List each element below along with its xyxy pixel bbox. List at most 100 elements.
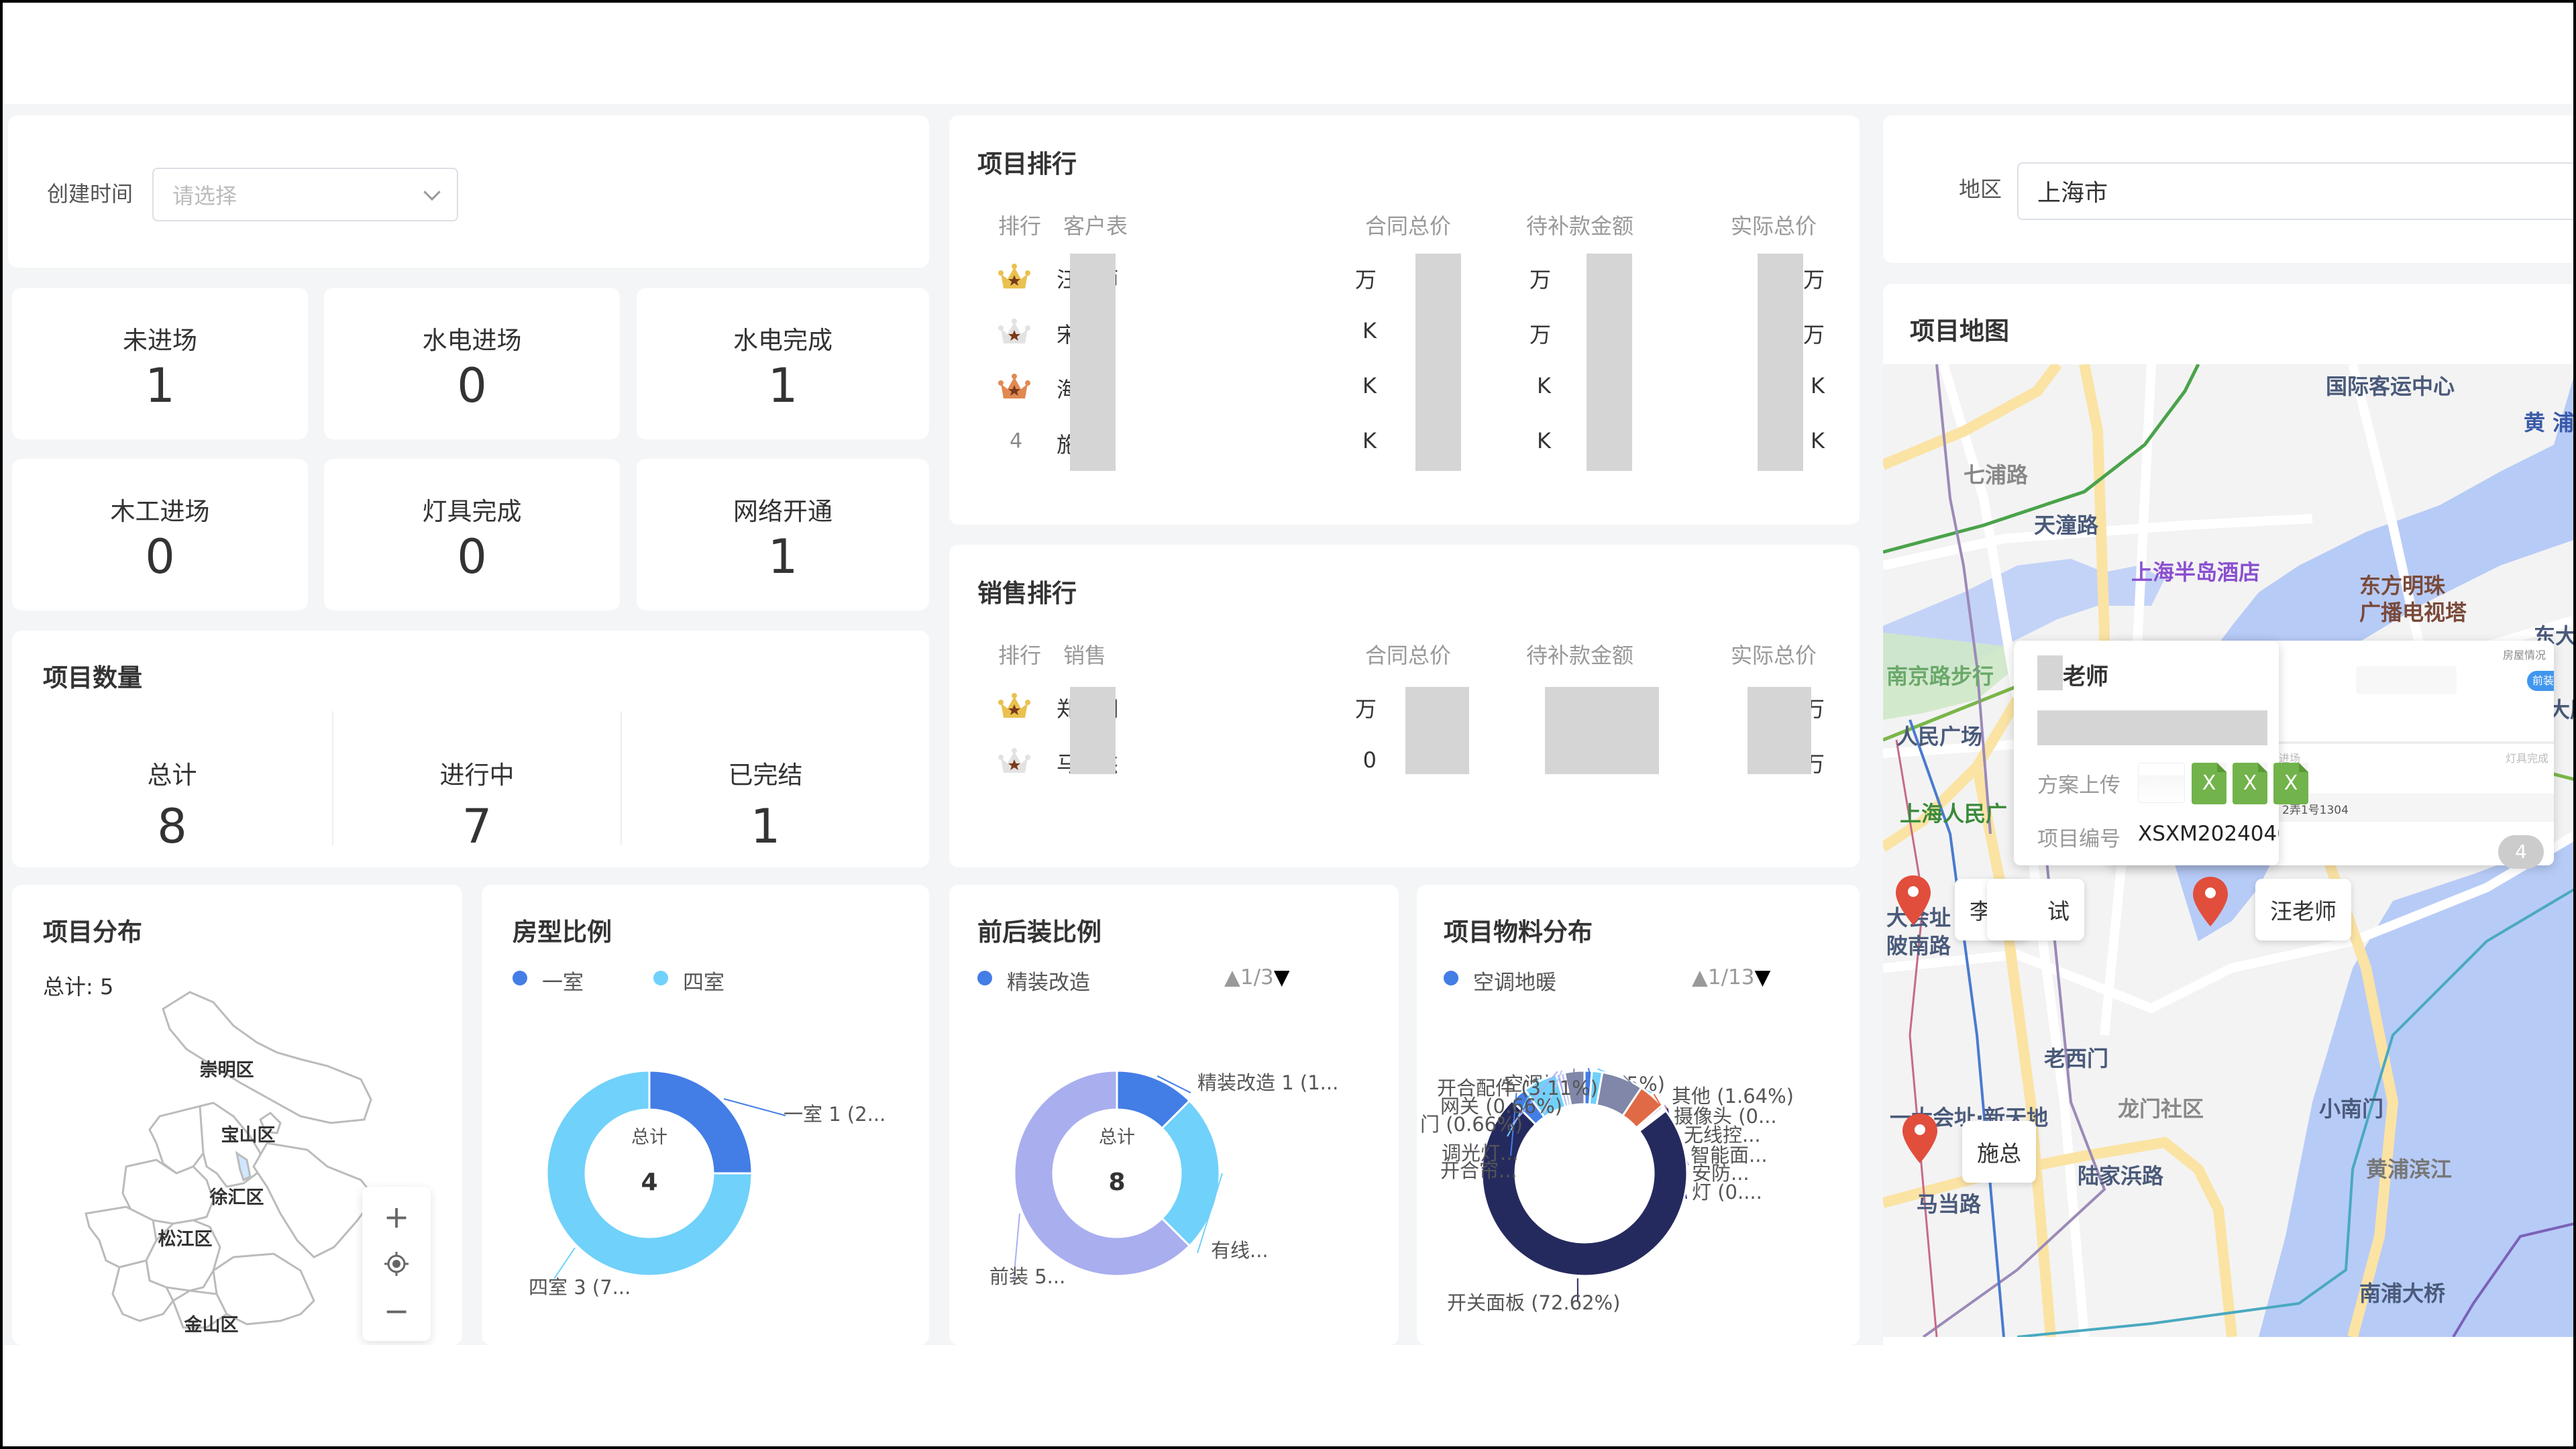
map-poi-label[interactable]: 人民广场 (1896, 720, 1982, 751)
locate-button[interactable] (362, 1240, 431, 1287)
actual-total-cell: K (1811, 428, 1825, 453)
contract-total-cell: 万 (1354, 696, 1377, 722)
map-poi-label[interactable]: 南京路步行 (1886, 659, 1994, 690)
material-distribution-panel: 项目物料分布 空调地暖 ▲1/13▼ 空调地暖 (1.15%)其他 (1.64%… (1417, 885, 1860, 1345)
center-label: 总计 (1099, 1127, 1135, 1148)
project-map-title: 项目地图 (1910, 317, 2009, 345)
excel-file-icon[interactable]: X (2233, 763, 2267, 804)
status-select[interactable] (2356, 666, 2457, 694)
project-count-panel: 项目数量 总计 8 进行中 7 已完结 1 (12, 631, 929, 867)
zoom-in-button[interactable]: + (362, 1193, 431, 1240)
map-poi-label[interactable]: 黄 浦 (2524, 406, 2573, 437)
region-select[interactable]: 上海市 (2017, 162, 2573, 220)
room-type-donut-chart: 一室 1 (2... 四室 3 (7... 总计 4 (529, 1069, 885, 1299)
map-poi-label[interactable]: 马当路 (1917, 1187, 1981, 1218)
map-marker-label[interactable]: 试 (1987, 879, 2084, 941)
stat-value: 1 (767, 358, 798, 413)
zoom-out-button[interactable]: − (362, 1287, 431, 1334)
slice-label: 一室 1 (2... (784, 1103, 885, 1126)
count-value: 1 (750, 799, 781, 854)
progress-step-label: 灯具完成 (2505, 752, 2548, 765)
top-bar (3, 3, 2573, 104)
map-poi-label[interactable]: 广播电视塔 (2359, 596, 2467, 627)
redacted-text (1070, 687, 1116, 774)
project-no-value: XSXM2024040200 (2138, 822, 2279, 846)
map-poi-label[interactable]: 龙门社区 (2118, 1092, 2204, 1123)
donut-slice[interactable] (1161, 1099, 1221, 1248)
region-panel: 地区 上海市 (1883, 115, 2573, 263)
progress-track (2279, 741, 2554, 744)
rank-number: 4 (1010, 429, 1023, 453)
street-map[interactable]: 国际客运中心 七浦路 天潼路 上海半岛酒店 东方明珠 广播电视塔黄 浦南京路步行 人民广场上… (1883, 364, 2573, 1337)
slice-label: 灯 (0.... (1692, 1181, 1762, 1203)
slice-label: 前装 5... (989, 1265, 1065, 1288)
tag-badge[interactable]: 前装 (2527, 671, 2554, 691)
project-ranking-title: 项目排行 (977, 150, 1077, 178)
map-poi-label[interactable]: 南浦大桥 (2359, 1277, 2445, 1307)
house-status-label: 房屋情况 (2502, 649, 2546, 661)
map-poi-label[interactable]: 上海人民广 (1900, 797, 2007, 828)
redacted-text (2037, 710, 2267, 745)
count-label: 已完结 (728, 761, 803, 790)
map-marker-label[interactable]: 汪老师 (2255, 879, 2351, 941)
excel-file-icon[interactable]: X (2273, 763, 2308, 804)
redacted-text (2037, 655, 2063, 690)
created-time-select[interactable]: 请选择 (152, 168, 458, 221)
count-value: 8 (157, 799, 187, 854)
map-poi-label[interactable]: 七浦路 (1964, 458, 2028, 489)
stat-label: 未进场 (123, 326, 197, 355)
map-marker-icon[interactable] (1894, 874, 1932, 926)
map-poi-label[interactable]: 陂南路 (1886, 929, 1951, 960)
region-value: 上海市 (2037, 180, 2108, 207)
slice-label: 有线... (1211, 1239, 1269, 1262)
map-poi-label[interactable]: 老西门 (2044, 1042, 2108, 1073)
count-in-progress: 进行中 7 (333, 728, 621, 859)
map-poi-label[interactable]: 国际客运中心 (2326, 370, 2455, 400)
map-marker-icon[interactable] (2192, 875, 2229, 928)
donut-slice[interactable] (648, 1069, 753, 1175)
popup-title: 老师 (2063, 663, 2108, 690)
stat-card: 灯具完成 0 (324, 459, 620, 610)
stat-value: 0 (457, 529, 487, 584)
region-label: 地区 (1959, 176, 2002, 202)
center-label: 总计 (631, 1127, 667, 1148)
map-poi-label[interactable]: 小南门 (2319, 1092, 2383, 1123)
redacted-text (1070, 254, 1116, 471)
sales-ranking-title: 销售排行 (977, 579, 1077, 608)
actual-total-cell: 万 (1803, 267, 1825, 292)
count-label: 总计 (147, 761, 197, 790)
map-poi-label[interactable]: 陆家浜路 (2078, 1159, 2163, 1190)
stat-value: 0 (145, 529, 175, 584)
map-poi-label[interactable]: 天潼路 (2034, 508, 2098, 539)
plan-thumbnail[interactable] (2138, 763, 2185, 803)
stat-card: 网络开通 1 (637, 459, 929, 610)
project-info-popup: 老师 方案上传 X X X 项目编号 XSXM2024040200 (2014, 641, 2308, 865)
col-rank: 排行 (998, 643, 1042, 668)
map-marker-icon[interactable] (1901, 1112, 1939, 1165)
install-ratio-panel: 前后装比例 精装改造 ▲1/3▼ 精装改造 1 (1... 有线... 前装 5..… (949, 885, 1399, 1345)
excel-file-icon[interactable]: X (2192, 763, 2226, 804)
contract-total-cell: K (1362, 318, 1377, 343)
map-poi-label[interactable]: 上海半岛酒店 (2131, 555, 2260, 586)
label-leader-line (553, 1247, 576, 1279)
slice-label: 调光灯... (1442, 1142, 1519, 1165)
stat-card: 水电进场 0 (324, 288, 620, 439)
stat-label: 水电进场 (422, 326, 522, 355)
created-time-placeholder: 请选择 (172, 183, 237, 209)
actual-total-cell: K (1811, 373, 1825, 398)
dashboard-content: 创建时间 请选择 未进场 1 水电进场 0 水电完成 1 木工进场 0 灯具完成… (3, 104, 2573, 1345)
stat-label: 灯具完成 (422, 497, 522, 526)
actual-total-cell: 万 (1803, 322, 1825, 347)
contract-total-cell: K (1362, 428, 1377, 453)
crown-rank-icon (998, 692, 1030, 719)
created-time-label: 创建时间 (47, 181, 133, 207)
col-actual-total: 实际总价 (1731, 213, 1817, 239)
map-marker-label[interactable]: 施总 (1962, 1121, 2036, 1183)
district-label-chongming: 崇明区 (200, 1060, 254, 1081)
center-value: 4 (641, 1169, 657, 1196)
stat-card: 木工进场 0 (12, 459, 308, 610)
col-customer: 客户表 (1063, 213, 1128, 239)
map-poi-label[interactable]: 黄浦滨江 (2366, 1152, 2452, 1183)
district-label-songjiang: 松江区 (158, 1229, 213, 1250)
stat-label: 木工进场 (110, 497, 210, 526)
